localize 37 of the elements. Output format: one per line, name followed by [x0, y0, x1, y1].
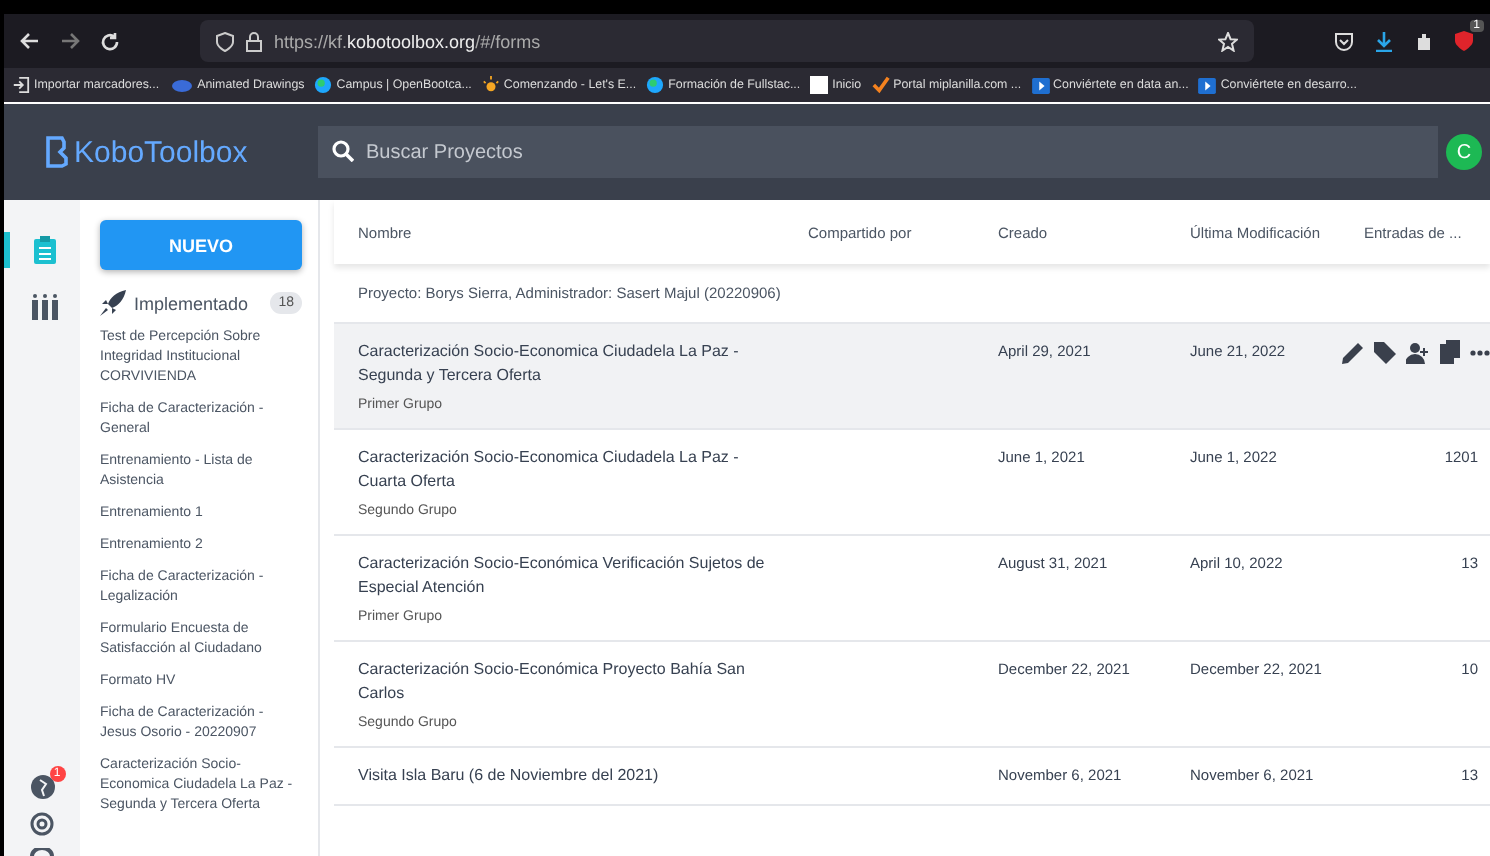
help-icon[interactable]: [30, 812, 54, 836]
pocket-icon[interactable]: [1334, 31, 1354, 51]
check-icon: [871, 76, 890, 94]
search-field[interactable]: Buscar Proyectos: [318, 126, 1438, 178]
logo-text: KoboToolbox: [74, 135, 248, 169]
rocket-icon: [100, 290, 126, 316]
cloud-icon: [169, 77, 194, 93]
shield-icon: [216, 31, 234, 51]
download-icon[interactable]: [1374, 31, 1394, 51]
project-name[interactable]: Caracterización Socio-Económica Verificación Sujetos de Especial Atención: [358, 552, 808, 600]
play-icon: [1031, 77, 1050, 93]
page-icon: [810, 76, 829, 94]
sun-icon: [481, 76, 500, 94]
project-name[interactable]: Visita Isla Baru (6 de Noviembre del 2021): [358, 764, 808, 788]
import-icon: [12, 76, 30, 94]
play-icon: [1198, 77, 1217, 93]
star-icon[interactable]: [1218, 31, 1238, 51]
pencil-icon[interactable]: [1342, 341, 1364, 363]
project-name[interactable]: Caracterización Socio-Económica Proyecto Bahía San Carlos: [358, 658, 808, 706]
url-text: https://kf.kobotoolbox.org/#/forms: [274, 31, 543, 51]
shield-icon[interactable]: [1454, 30, 1474, 52]
section-label[interactable]: Implementado: [134, 293, 249, 313]
address-bar[interactable]: https://kf.kobotoolbox.org/#/forms: [200, 20, 1254, 62]
search-icon: [332, 140, 354, 162]
library-icon: [32, 293, 58, 319]
clipboard-icon: [34, 236, 56, 264]
project-name[interactable]: Caracterización Socio-Economica Ciudadela La Paz - Cuarta Oferta: [358, 446, 808, 494]
forward-icon[interactable]: [60, 32, 80, 50]
logo-icon: [44, 136, 68, 168]
tag-icon[interactable]: [1374, 341, 1396, 363]
project-name[interactable]: Caracterización Socio-Economica Ciudadela La Paz - Segunda y Tercera Oferta: [358, 340, 808, 388]
back-icon[interactable]: [20, 32, 40, 50]
reload-icon[interactable]: [100, 31, 120, 51]
more-icon[interactable]: [1470, 349, 1490, 355]
copy-icon[interactable]: [1440, 340, 1460, 364]
lock-icon: [246, 31, 262, 51]
add-user-icon[interactable]: [1406, 341, 1430, 363]
